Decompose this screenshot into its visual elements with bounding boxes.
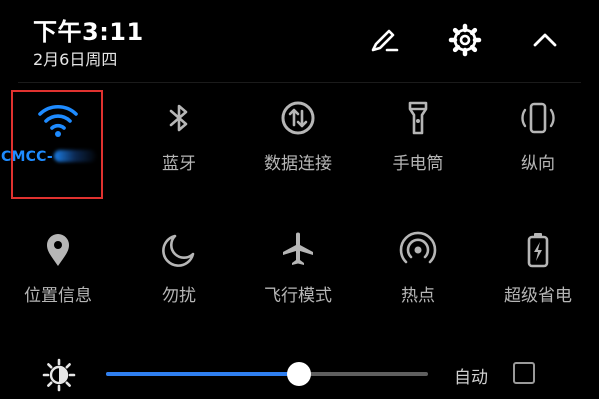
tile-location[interactable]: 位置信息 bbox=[3, 220, 113, 330]
tile-flashlight-label: 手电筒 bbox=[392, 154, 444, 174]
tile-airplane-mode-label: 飞行模式 bbox=[264, 286, 332, 306]
tile-airplane-mode[interactable]: 飞行模式 bbox=[243, 220, 353, 330]
status-time: 下午3:11 bbox=[33, 18, 144, 46]
brightness-slider-fill bbox=[106, 372, 300, 376]
tile-power-saver-label: 超级省电 bbox=[504, 286, 572, 306]
settings-gear-icon bbox=[448, 23, 482, 57]
settings-button[interactable] bbox=[445, 20, 485, 60]
tile-location-label: 位置信息 bbox=[24, 286, 92, 306]
tile-hotspot-label: 热点 bbox=[401, 286, 435, 306]
edit-icon bbox=[371, 29, 399, 52]
airplane-icon bbox=[243, 220, 353, 280]
location-pin-icon bbox=[3, 220, 113, 280]
battery-saver-icon bbox=[483, 220, 593, 280]
auto-brightness-checkbox[interactable] bbox=[513, 362, 535, 384]
tile-bluetooth-label: 蓝牙 bbox=[162, 154, 196, 174]
data-transfer-icon bbox=[243, 88, 353, 148]
brightness-icon bbox=[42, 358, 76, 392]
tile-power-saver[interactable]: 超级省电 bbox=[483, 220, 593, 330]
tile-flashlight[interactable]: 手电筒 bbox=[363, 88, 473, 198]
chevron-up-icon bbox=[533, 33, 557, 47]
bluetooth-icon bbox=[124, 88, 234, 148]
collapse-button[interactable] bbox=[525, 20, 565, 60]
tile-do-not-disturb[interactable]: 勿扰 bbox=[124, 220, 234, 330]
edit-button[interactable] bbox=[364, 20, 404, 60]
moon-icon bbox=[124, 220, 234, 280]
tile-mobile-data-label: 数据连接 bbox=[264, 154, 332, 174]
header-divider bbox=[18, 82, 581, 83]
flashlight-icon bbox=[363, 88, 473, 148]
portrait-rotation-icon bbox=[483, 88, 593, 148]
status-date: 2月6日周四 bbox=[33, 50, 118, 69]
brightness-slider[interactable] bbox=[106, 362, 428, 386]
auto-brightness-label: 自动 bbox=[454, 368, 488, 388]
tile-do-not-disturb-label: 勿扰 bbox=[162, 286, 196, 306]
tile-hotspot[interactable]: 热点 bbox=[363, 220, 473, 330]
tile-bluetooth[interactable]: 蓝牙 bbox=[124, 88, 234, 198]
tile-auto-rotate[interactable]: 纵向 bbox=[483, 88, 593, 198]
tile-mobile-data[interactable]: 数据连接 bbox=[243, 88, 353, 198]
highlight-frame bbox=[11, 90, 103, 199]
hotspot-icon bbox=[363, 220, 473, 280]
brightness-slider-thumb[interactable] bbox=[287, 362, 312, 386]
tile-auto-rotate-label: 纵向 bbox=[521, 154, 555, 174]
